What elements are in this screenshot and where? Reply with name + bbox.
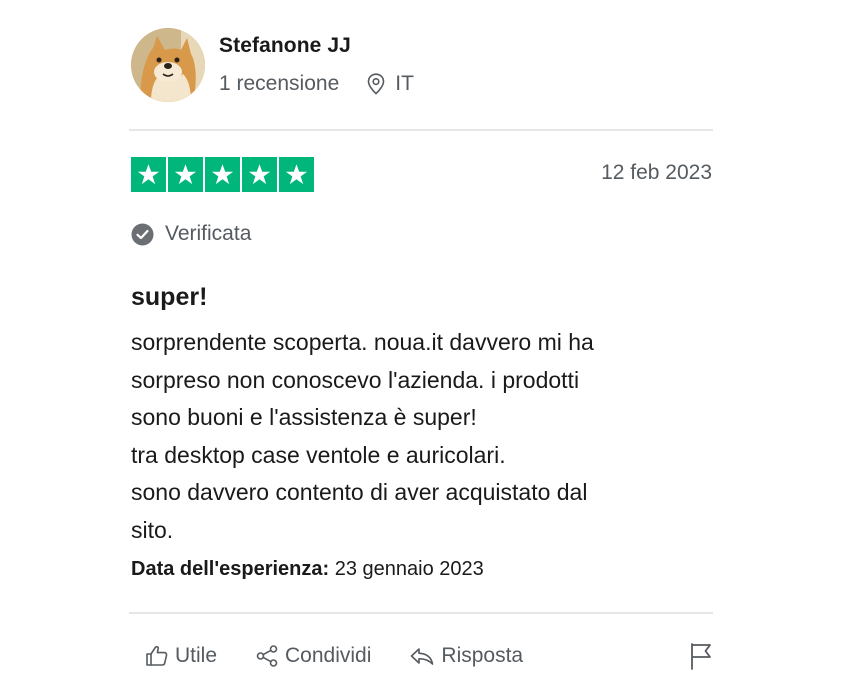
star-icon — [285, 164, 308, 185]
review-body-line: sono davvero contento di aver acquistato… — [131, 479, 588, 505]
verified-check-icon — [131, 223, 154, 246]
experience-label: Data dell'esperienza: — [131, 558, 330, 580]
review-body-line: sorprendente scoperta. noua.it davvero m… — [131, 329, 594, 355]
thumbs-up-icon — [145, 644, 169, 668]
author-name[interactable]: Stefanone JJ — [219, 34, 351, 58]
review-body: sorprendente scoperta. noua.it davvero m… — [131, 324, 711, 549]
flag-icon — [689, 642, 713, 670]
star-1 — [131, 157, 166, 192]
star-rating — [131, 157, 314, 192]
divider — [129, 612, 713, 614]
avatar[interactable] — [131, 28, 205, 102]
star-icon — [211, 164, 234, 185]
experience-date: Data dell'esperienza: 23 gennaio 2023 — [131, 558, 484, 581]
star-5 — [279, 157, 314, 192]
share-icon — [255, 644, 279, 668]
experience-value: 23 gennaio 2023 — [334, 558, 484, 580]
review-body-line: sono buoni e l'assistenza è super! — [131, 404, 477, 430]
star-icon — [174, 164, 197, 185]
review-body-line: sito. — [131, 516, 174, 543]
review-count: 1 recensione — [219, 72, 340, 95]
share-button[interactable]: Condividi — [255, 644, 371, 668]
star-icon — [248, 164, 271, 185]
reply-button[interactable]: Risposta — [409, 644, 523, 668]
shiba-dog-avatar — [131, 28, 205, 102]
star-4 — [242, 157, 277, 192]
review-title: super! — [131, 283, 208, 311]
star-2 — [168, 157, 203, 192]
star-icon — [137, 164, 160, 185]
divider — [129, 129, 713, 131]
review-date: 12 feb 2023 — [601, 161, 712, 184]
review-body-line: tra desktop case ventole e auricolari. — [131, 441, 506, 468]
verified-label: Verificata — [165, 222, 252, 245]
useful-label: Utile — [175, 644, 218, 667]
verified-badge[interactable]: Verificata — [131, 222, 251, 246]
reply-icon — [409, 644, 435, 668]
reply-label: Risposta — [441, 644, 524, 667]
review-body-line: sorpreso non conoscevo l'azienda. i prod… — [131, 366, 580, 393]
star-3 — [205, 157, 240, 192]
location-pin-icon — [367, 73, 385, 95]
useful-button[interactable]: Utile — [145, 644, 217, 668]
share-label: Condividi — [285, 644, 372, 667]
review-actions: Utile Condividi Risposta — [145, 640, 523, 672]
author-country: IT — [395, 72, 414, 95]
author-meta: 1 recensione IT — [219, 70, 414, 98]
report-flag-button[interactable] — [688, 640, 714, 672]
